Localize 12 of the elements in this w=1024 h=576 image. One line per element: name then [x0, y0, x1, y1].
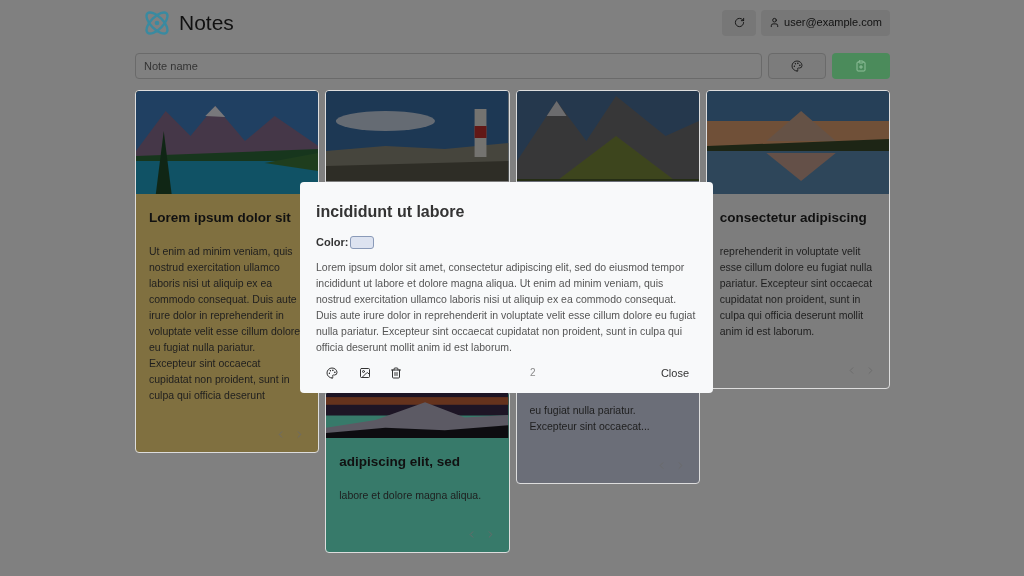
note-text: Ut enim ad minim veniam, quis nostrud exercitation ullamco laboris nisi ut aliquip ex ea commodo consequat. Duis aute irure dolor in reprehenderit in voluptate velit esse cillum dolore eu fugiat nulla pariatur. Excepteur sint occaecat cupidatat non proident, sunt in culpa qui officia deserunt — [149, 244, 302, 403]
dialog-text: Lorem ipsum dolor sit amet, consectetur adipiscing elit, sed do eiusmod tempor incididunt ut labore et dolore magna aliqua. Ut enim ad minim veniam, quis nostrud exercitation ullamco laboris nisi ut aliquip ex ea commodo consequat. Duis aute irure dolor in reprehenderit in voluptate velit esse cillum dolore eu fugiat nulla pariatur. Excepteur sint occaecat cupidatat non proident, sunt in culpa qui officia deserunt mollit anim id est laborum. — [316, 259, 697, 355]
page-number: 2 — [530, 366, 536, 381]
note-title: adipiscing elit, sed — [339, 453, 462, 471]
note-title: consectetur adipiscing — [719, 209, 868, 227]
color-label: Color: — [316, 235, 349, 250]
note-text: eu fugiat nulla pariatur. Excepteur sint occaecat... — [529, 403, 651, 434]
dialog-title: incididunt ut labore — [316, 202, 466, 222]
note-text: labore et dolore magna aliqua. — [339, 488, 483, 503]
note-text: reprehenderit in voluptate velit esse cillum dolore eu fugiat nulla pariatur. Excepteur sint occaecat cupidatat non proident, sunt in culpa qui officia deserunt mollit anim id est laborum. — [719, 244, 874, 339]
app-title: Notes — [179, 9, 234, 36]
note-title: Lorem ipsum dolor sit — [149, 209, 292, 227]
